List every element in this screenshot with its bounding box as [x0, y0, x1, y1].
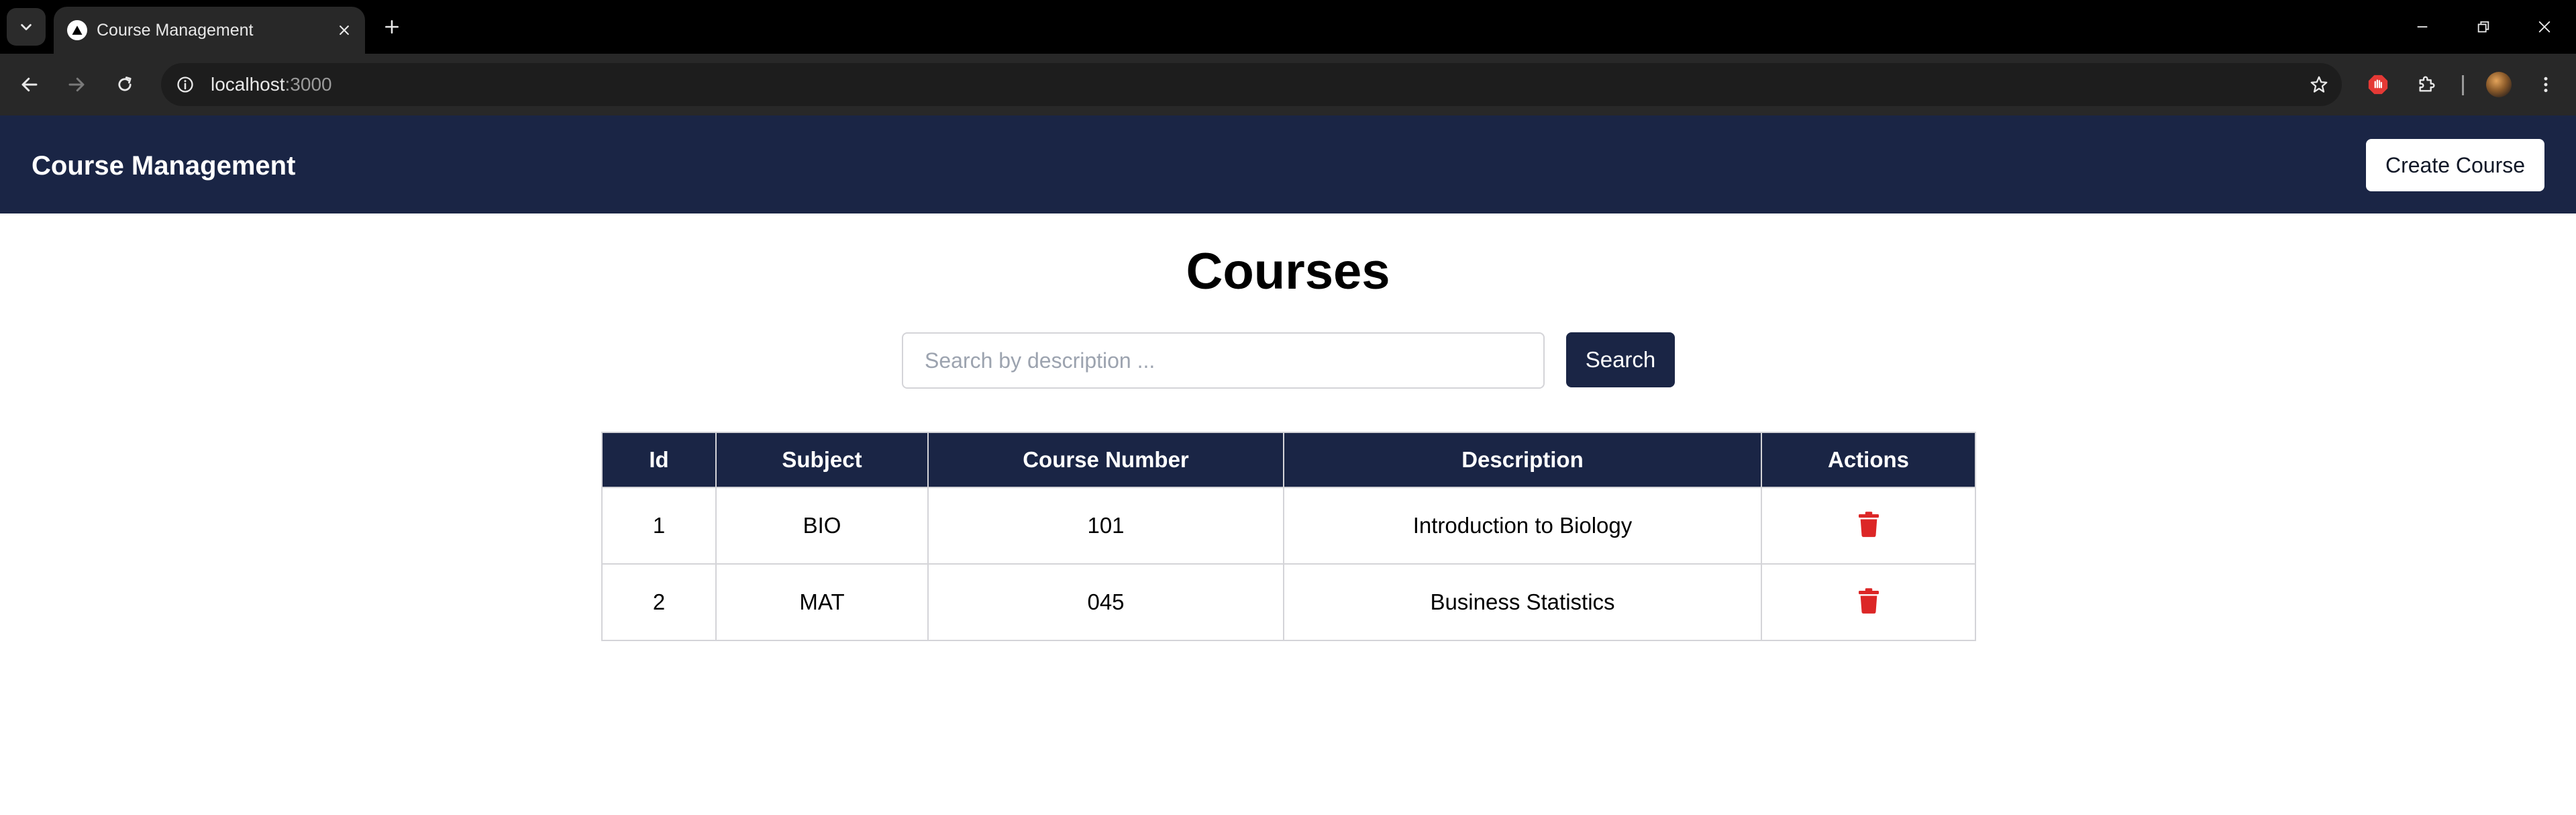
- column-header-course-number: Course Number: [927, 432, 1284, 488]
- column-header-subject: Subject: [715, 432, 929, 488]
- favicon-icon: [67, 20, 87, 40]
- table-header-row: Id Subject Course Number Description Act…: [601, 432, 1976, 488]
- app-brand[interactable]: Course Management: [32, 150, 295, 181]
- browser-tab-active[interactable]: Course Management: [54, 7, 365, 54]
- table-row: 1 BIO 101 Introduction to Biology: [601, 487, 1976, 565]
- create-course-button[interactable]: Create Course: [2366, 139, 2544, 191]
- star-icon: [2310, 76, 2328, 93]
- courses-table: Id Subject Course Number Description Act…: [601, 432, 1976, 641]
- forward-button[interactable]: [60, 68, 93, 101]
- plus-icon: [385, 20, 399, 34]
- profile-button[interactable]: [2483, 68, 2515, 101]
- browser-tabstrip: Course Management: [0, 0, 2576, 54]
- address-url: localhost:3000: [211, 74, 332, 95]
- cell-actions: [1761, 487, 1976, 565]
- browser-menu-button[interactable]: [2530, 68, 2562, 101]
- restore-button[interactable]: [2469, 12, 2498, 42]
- chevron-down-icon: [21, 23, 32, 31]
- url-host: localhost: [211, 74, 285, 95]
- cell-course-number: 101: [927, 487, 1284, 565]
- site-info-icon[interactable]: [173, 73, 197, 97]
- reload-icon: [118, 77, 132, 91]
- cell-description: Introduction to Biology: [1283, 487, 1762, 565]
- minimize-icon: [2417, 26, 2428, 28]
- tab-search-button[interactable]: [7, 8, 46, 46]
- cell-id: 1: [601, 487, 717, 565]
- toolbar-separator: [2462, 75, 2464, 95]
- delete-course-button[interactable]: [1853, 508, 1885, 540]
- new-tab-button[interactable]: [377, 12, 407, 42]
- minimize-button[interactable]: [2408, 12, 2437, 42]
- bookmark-star-button[interactable]: [2304, 70, 2334, 99]
- search-input[interactable]: [902, 332, 1545, 389]
- cell-subject: BIO: [715, 487, 929, 565]
- table-row: 2 MAT 045 Business Statistics: [601, 563, 1976, 641]
- more-vertical-icon: [2544, 77, 2548, 93]
- url-port: :3000: [285, 74, 332, 95]
- page-title: Courses: [1186, 243, 1390, 300]
- arrow-right-icon: [68, 77, 85, 92]
- extension-adblock-button[interactable]: [2362, 68, 2394, 101]
- cell-description: Business Statistics: [1283, 563, 1762, 641]
- puzzle-icon: [2419, 76, 2435, 92]
- cell-actions: [1761, 563, 1976, 641]
- cell-subject: MAT: [715, 563, 929, 641]
- close-window-button[interactable]: [2530, 12, 2559, 42]
- close-icon: [2538, 21, 2551, 33]
- tab-close-button[interactable]: [333, 19, 356, 42]
- address-bar[interactable]: localhost:3000: [161, 63, 2342, 106]
- stop-hand-icon: [2368, 75, 2388, 95]
- browser-toolbar: localhost:3000: [0, 54, 2576, 115]
- extensions-button[interactable]: [2410, 68, 2442, 101]
- column-header-actions: Actions: [1761, 432, 1976, 488]
- avatar: [2486, 72, 2512, 97]
- app-header: Course Management Create Course: [0, 115, 2576, 213]
- cell-course-number: 045: [927, 563, 1284, 641]
- column-header-id: Id: [601, 432, 717, 488]
- search-button[interactable]: Search: [1566, 332, 1675, 387]
- delete-course-button[interactable]: [1853, 585, 1885, 617]
- reload-button[interactable]: [109, 68, 141, 101]
- trash-icon: [1858, 512, 1879, 537]
- tab-title: Course Management: [97, 21, 254, 40]
- back-button[interactable]: [13, 68, 46, 101]
- restore-icon: [2477, 21, 2489, 33]
- arrow-left-icon: [21, 77, 38, 92]
- trash-icon: [1858, 588, 1879, 614]
- close-icon: [340, 26, 349, 35]
- cell-id: 2: [601, 563, 717, 641]
- column-header-description: Description: [1283, 432, 1762, 488]
